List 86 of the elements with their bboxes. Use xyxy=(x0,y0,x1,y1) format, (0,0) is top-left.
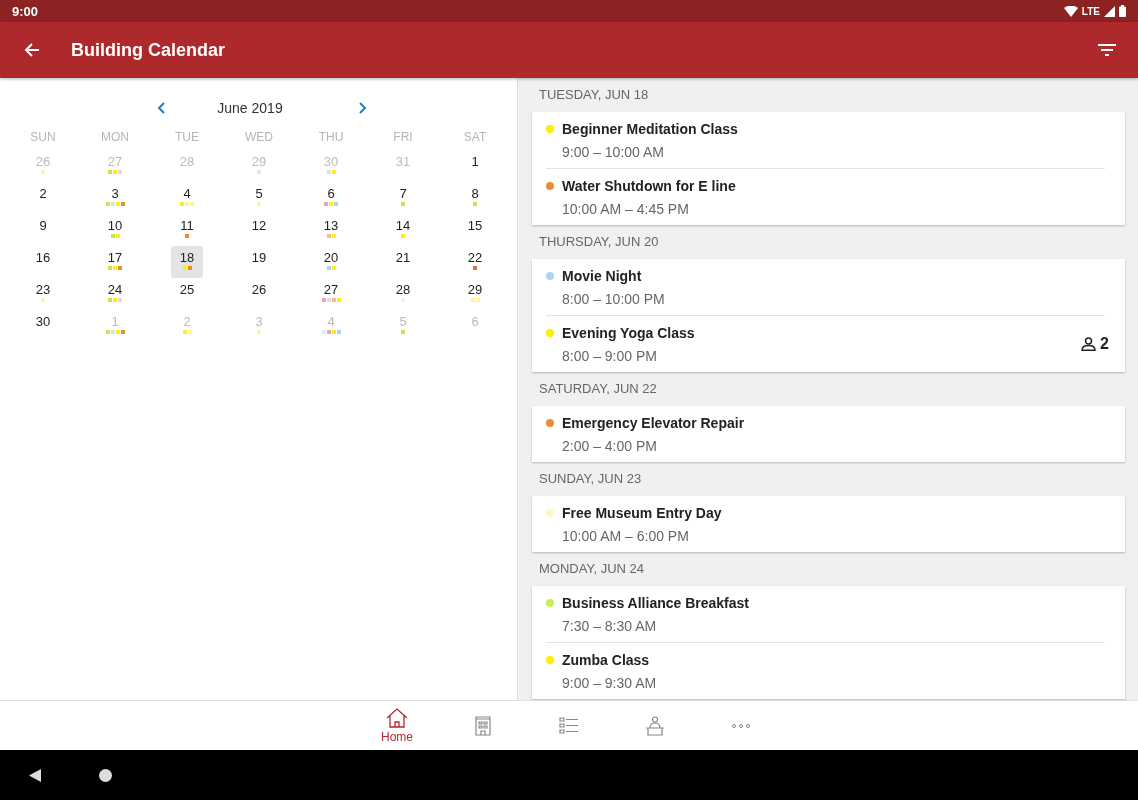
calendar-day[interactable]: 7 xyxy=(387,182,419,214)
weekday-label: SUN xyxy=(29,129,57,146)
date-heading: SATURDAY, JUN 22 xyxy=(538,380,658,398)
event-item[interactable]: Zumba Class 9:00 – 9:30 AM xyxy=(546,643,1105,699)
calendar-day[interactable]: 22 xyxy=(459,246,491,278)
event-item[interactable]: Emergency Elevator Repair 2:00 – 4:00 PM xyxy=(546,406,1105,462)
calendar-day[interactable]: 11 xyxy=(171,214,203,246)
date-heading: TUESDAY, JUN 18 xyxy=(538,86,650,104)
weekday-label: TUE xyxy=(174,129,200,146)
calendar-day[interactable]: 14 xyxy=(387,214,419,246)
calendar-day[interactable]: 25 xyxy=(171,278,203,310)
calendar-day[interactable]: 15 xyxy=(459,214,491,246)
event-time: 9:00 – 10:00 AM xyxy=(562,144,665,160)
date-heading: MONDAY, JUN 24 xyxy=(538,560,645,578)
person-icon xyxy=(1081,337,1097,351)
event-item[interactable]: Business Alliance Breakfast 7:30 – 8:30 AM xyxy=(546,586,1105,643)
calendar-day[interactable]: 1 xyxy=(459,150,491,182)
calendar-day[interactable]: 3 xyxy=(99,182,131,214)
calendar-day[interactable]: 19 xyxy=(243,246,275,278)
event-time: 2:00 – 4:00 PM xyxy=(562,438,658,454)
building-icon xyxy=(475,715,491,736)
home-icon xyxy=(386,707,408,728)
weekday-label: WED xyxy=(244,129,274,146)
nav-item[interactable]: Home xyxy=(354,701,440,750)
event-time: 8:00 – 9:00 PM xyxy=(562,348,658,364)
previous-month-icon[interactable] xyxy=(157,102,166,114)
event-item[interactable]: Free Museum Entry Day 10:00 AM – 6:00 PM xyxy=(546,496,1105,552)
calendar-day[interactable]: 26 xyxy=(243,278,275,310)
event-time: 10:00 AM – 6:00 PM xyxy=(562,528,690,544)
person-at-desk-icon xyxy=(645,715,665,736)
date-heading: THURSDAY, JUN 20 xyxy=(538,233,660,251)
calendar-day[interactable]: 13 xyxy=(315,214,347,246)
calendar-day[interactable]: 9 xyxy=(27,214,59,246)
screen-title: Building Calendar xyxy=(71,39,226,61)
network-type: LTE xyxy=(1081,5,1100,17)
calendar-day[interactable]: 8 xyxy=(459,182,491,214)
back-icon[interactable] xyxy=(29,768,41,782)
calendar-day[interactable]: 27 xyxy=(315,278,347,310)
event-time: 8:00 – 10:00 PM xyxy=(562,291,666,307)
event-item[interactable]: Movie Night 8:00 – 10:00 PM xyxy=(546,259,1105,316)
event-time: 7:30 – 8:30 AM xyxy=(562,618,658,634)
home-button-icon[interactable] xyxy=(99,768,112,782)
next-month-icon[interactable] xyxy=(358,102,367,114)
calendar-day[interactable]: 28 xyxy=(387,278,419,310)
date-heading: SUNDAY, JUN 23 xyxy=(538,470,643,488)
calendar-day[interactable]: 18 xyxy=(171,246,203,278)
calendar-day[interactable]: 2 xyxy=(27,182,59,214)
weekday-label: MON xyxy=(100,129,130,146)
list-icon xyxy=(559,716,579,735)
calendar-day[interactable]: 21 xyxy=(387,246,419,278)
weekday-label: FRI xyxy=(392,129,414,146)
event-time: 9:00 – 9:30 AM xyxy=(562,675,658,691)
attendee-count: 2 xyxy=(1100,335,1109,353)
back-arrow-icon[interactable] xyxy=(24,42,40,58)
calendar-day[interactable]: 12 xyxy=(243,214,275,246)
weekday-label: THU xyxy=(317,129,345,146)
calendar-day[interactable]: 6 xyxy=(315,182,347,214)
wifi-icon xyxy=(1063,5,1078,17)
battery-icon xyxy=(1119,5,1126,17)
month-title: June 2019 xyxy=(217,100,283,116)
event-title: Evening Yoga Class xyxy=(562,325,696,341)
event-title: Emergency Elevator Repair xyxy=(562,415,746,431)
event-item[interactable]: Beginner Meditation Class 9:00 – 10:00 AM xyxy=(546,112,1105,169)
calendar-day[interactable]: 5 xyxy=(243,182,275,214)
event-title: Zumba Class xyxy=(562,652,651,668)
filter-icon[interactable] xyxy=(1098,44,1116,56)
clock-time: 9:00 xyxy=(12,3,39,19)
signal-icon xyxy=(1104,5,1115,17)
calendar-day[interactable]: 29 xyxy=(459,278,491,310)
event-title: Water Shutdown for E line xyxy=(562,178,737,194)
event-item[interactable]: Water Shutdown for E line 10:00 AM – 4:45 PM xyxy=(546,169,1105,225)
calendar-day[interactable]: 4 xyxy=(171,182,203,214)
event-title: Business Alliance Breakfast xyxy=(562,595,750,611)
calendar-day[interactable]: 17 xyxy=(99,246,131,278)
event-title: Movie Night xyxy=(562,268,643,284)
calendar-day[interactable]: 24 xyxy=(99,278,131,310)
calendar-day[interactable]: 16 xyxy=(27,246,59,278)
weekday-label: SAT xyxy=(462,129,488,146)
calendar-day[interactable]: 23 xyxy=(27,278,59,310)
calendar-day[interactable]: 30 xyxy=(27,310,59,342)
calendar-day[interactable]: 10 xyxy=(99,214,131,246)
event-title: Free Museum Entry Day xyxy=(562,505,723,521)
more-icon xyxy=(732,723,750,728)
event-time: 10:00 AM – 4:45 PM xyxy=(562,201,690,217)
event-title: Beginner Meditation Class xyxy=(562,121,739,137)
calendar-day[interactable]: 20 xyxy=(315,246,347,278)
